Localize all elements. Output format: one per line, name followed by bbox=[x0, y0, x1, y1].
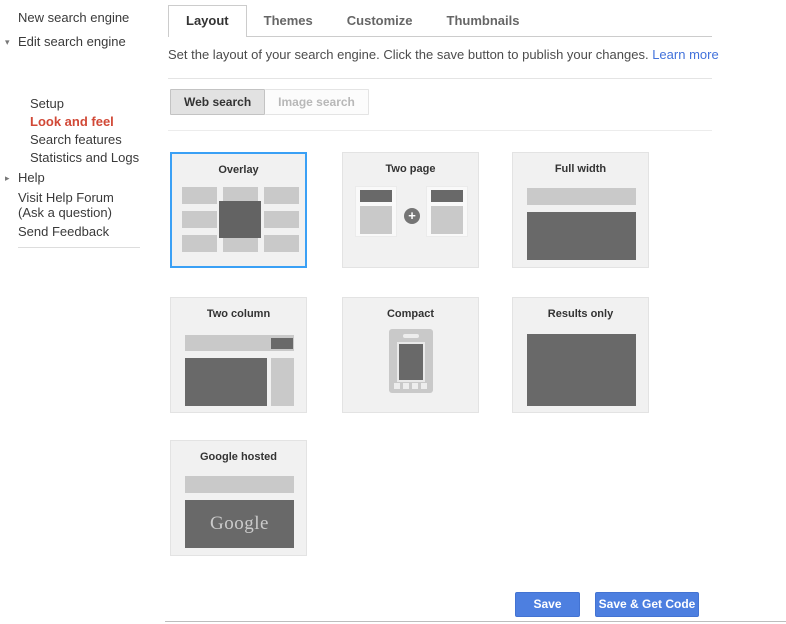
sidebar-divider bbox=[18, 247, 140, 248]
sidebar-item-setup[interactable]: Setup bbox=[30, 96, 64, 111]
tab-layout[interactable]: Layout bbox=[168, 5, 247, 37]
sidebar-item-edit-search-engine[interactable]: Edit search engine bbox=[18, 34, 126, 49]
layout-tile-google-hosted[interactable]: Google hosted Google bbox=[170, 440, 307, 556]
phone-preview bbox=[389, 329, 433, 393]
sidebar-item-help-forum-subtext: (Ask a question) bbox=[18, 205, 112, 220]
save-and-get-code-button[interactable]: Save & Get Code bbox=[595, 592, 699, 617]
tile-title: Google hosted bbox=[200, 451, 277, 463]
triangle-right-icon bbox=[5, 173, 10, 184]
layout-tile-compact[interactable]: Compact bbox=[342, 297, 479, 413]
sidebar-item-new-search-engine[interactable]: New search engine bbox=[18, 10, 129, 25]
plus-in-circle-icon bbox=[404, 208, 420, 224]
tab-themes[interactable]: Themes bbox=[247, 6, 330, 36]
sidebar-item-send-feedback[interactable]: Send Feedback bbox=[18, 224, 109, 239]
tab-customize[interactable]: Customize bbox=[330, 6, 430, 36]
tile-title: Full width bbox=[554, 163, 607, 175]
phone-speaker bbox=[403, 334, 419, 338]
toggle-divider bbox=[168, 130, 712, 131]
description-divider bbox=[168, 78, 712, 79]
tab-thumbnails[interactable]: Thumbnails bbox=[430, 6, 537, 36]
tab-bar: Layout Themes Customize Thumbnails bbox=[168, 5, 712, 37]
sidebar-item-help-forum[interactable]: Visit Help Forum bbox=[18, 190, 114, 205]
triangle-down-icon bbox=[5, 37, 10, 48]
layout-tile-results-only[interactable]: Results only bbox=[512, 297, 649, 413]
web-search-button[interactable]: Web search bbox=[170, 89, 266, 115]
layout-tile-full-width[interactable]: Full width bbox=[512, 152, 649, 268]
search-type-toggle: Web search Image search bbox=[170, 89, 369, 115]
learn-more-link[interactable]: Learn more bbox=[652, 47, 718, 62]
layout-tile-overlay[interactable]: Overlay bbox=[170, 152, 307, 268]
sidebar-item-help[interactable]: Help bbox=[18, 170, 45, 185]
sidebar-item-look-and-feel[interactable]: Look and feel bbox=[30, 114, 114, 129]
sidebar-item-search-features[interactable]: Search features bbox=[30, 132, 122, 147]
phone-screen bbox=[397, 342, 425, 382]
layout-tile-two-column[interactable]: Two column bbox=[170, 297, 307, 413]
overlay-popup-block bbox=[219, 201, 261, 238]
image-search-button[interactable]: Image search bbox=[265, 89, 369, 115]
tile-title: Compact bbox=[386, 308, 435, 320]
cse-control-panel: New search engine Edit search engine Set… bbox=[0, 0, 786, 624]
save-button[interactable]: Save bbox=[515, 592, 580, 617]
google-logo: Google bbox=[210, 513, 269, 534]
tile-title: Two page bbox=[385, 163, 436, 175]
sidebar-item-statistics-and-logs[interactable]: Statistics and Logs bbox=[30, 150, 139, 165]
tile-title: Overlay bbox=[218, 164, 259, 176]
layout-tile-two-page[interactable]: Two page bbox=[342, 152, 479, 268]
layout-description: Set the layout of your search engine. Cl… bbox=[168, 47, 719, 62]
tile-title: Two column bbox=[206, 308, 271, 320]
tile-title: Results only bbox=[547, 308, 614, 320]
bottom-divider bbox=[165, 621, 786, 622]
description-text: Set the layout of your search engine. Cl… bbox=[168, 47, 649, 62]
